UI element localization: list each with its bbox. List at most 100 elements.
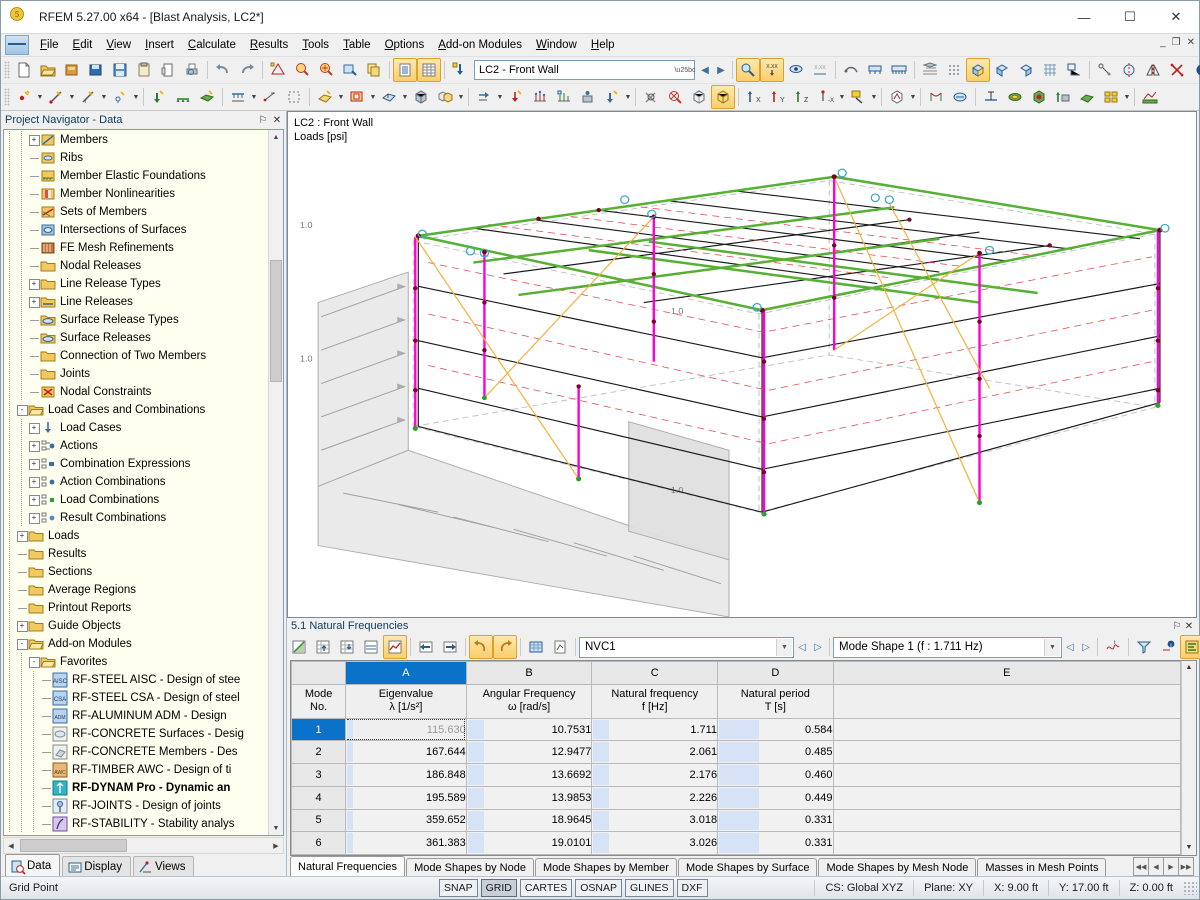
member-load-dropdown-arrow-icon[interactable]: ▼ xyxy=(250,86,258,108)
tree-item-rf-concrete-surfaces-desig[interactable]: RF-CONCRETE Surfaces - Desig xyxy=(4,725,268,743)
load-case-next-button[interactable]: ▶ xyxy=(713,60,729,80)
tree-item-rf-timber-awc-design-of-ti[interactable]: AWC RF-TIMBER AWC - Design of ti xyxy=(4,761,268,779)
tree-item-actions[interactable]: + Actions xyxy=(4,437,268,455)
tree-item-connection-of-two-members[interactable]: Connection of Two Members xyxy=(4,347,268,365)
tree-expand-icon[interactable]: + xyxy=(16,527,28,545)
table-row[interactable]: 1 115.630 10.7531 1.711 0.584 xyxy=(290,717,1182,742)
surface-support-icon[interactable] xyxy=(195,85,219,109)
colors-icon[interactable] xyxy=(846,85,870,109)
table-tab-natural-frequencies[interactable]: Natural Frequencies xyxy=(290,856,406,876)
new-file-icon[interactable] xyxy=(12,58,36,82)
edit-row-icon[interactable] xyxy=(359,635,383,659)
cell-eigenvalue[interactable]: 361.383 xyxy=(345,831,467,855)
mesh-points-icon[interactable] xyxy=(942,58,966,82)
tree-item-rf-concrete-members-des[interactable]: RF-CONCRETE Members - Des xyxy=(4,743,268,761)
cell-freq[interactable]: 1.711 xyxy=(591,717,719,742)
tree-item-combination-expressions[interactable]: + Combination Expressions xyxy=(4,455,268,473)
tree-item-nodal-releases[interactable]: Nodal Releases xyxy=(4,257,268,275)
tree-collapse-icon[interactable]: - xyxy=(28,653,40,671)
navigator-close-button[interactable]: ✕ xyxy=(270,115,284,126)
structural-model-3d[interactable]: 1.0 1.0 1.0 1.0 xyxy=(288,112,1196,617)
wireframe-icon[interactable] xyxy=(687,85,711,109)
tree-expand-icon[interactable]: + xyxy=(28,293,40,311)
cell-period[interactable]: 0.485 xyxy=(717,740,834,765)
new-table-icon[interactable] xyxy=(287,635,311,659)
tree-item-sections[interactable]: Sections xyxy=(4,563,268,581)
graph-icon[interactable] xyxy=(1138,85,1162,109)
grid-display-icon[interactable] xyxy=(1038,58,1062,82)
status-toggle-osnap[interactable]: OSNAP xyxy=(575,879,623,897)
table-tab-mode-shapes-by-node[interactable]: Mode Shapes by Node xyxy=(406,858,534,876)
scroll-down-arrow-icon[interactable]: ▼ xyxy=(269,821,283,835)
axis-dropdown-arrow-icon[interactable]: ▼ xyxy=(838,86,846,108)
tree-item-intersections-of-surfaces[interactable]: Intersections of Surfaces xyxy=(4,221,268,239)
tree-item-fe-mesh-refinements[interactable]: FE Mesh Refinements xyxy=(4,239,268,257)
navigator-tab-display[interactable]: Display xyxy=(62,856,132,876)
tree-expand-icon[interactable]: + xyxy=(16,617,28,635)
opening-dropdown-arrow-icon[interactable]: ▼ xyxy=(369,86,377,108)
tree-expand-icon[interactable]: + xyxy=(28,491,40,509)
cell-empty[interactable] xyxy=(832,808,1182,833)
redo-icon[interactable] xyxy=(235,58,259,82)
show-values-icon[interactable]: X.XX xyxy=(760,58,784,82)
tree-item-load-cases-and-combinations[interactable]: - Load Cases and Combinations xyxy=(4,401,268,419)
cell-empty[interactable] xyxy=(832,717,1182,742)
row-header-mode[interactable]: 5 xyxy=(290,808,347,833)
show-numbering-icon[interactable] xyxy=(736,58,760,82)
insert-row-icon[interactable] xyxy=(311,635,335,659)
menu-item-options[interactable]: Options xyxy=(378,36,432,54)
menu-item-tools[interactable]: Tools xyxy=(295,36,336,54)
hscroll-thumb[interactable] xyxy=(20,839,127,852)
view-iso2-icon[interactable] xyxy=(990,58,1014,82)
mode-next-button[interactable]: ▷ xyxy=(1078,637,1094,657)
tree-collapse-icon[interactable]: - xyxy=(16,635,28,653)
delete-selection-icon[interactable] xyxy=(639,85,663,109)
cell-eigenvalue[interactable]: 115.630 xyxy=(345,717,467,742)
mirror-icon[interactable] xyxy=(1141,58,1165,82)
work-plane-icon[interactable] xyxy=(1062,58,1086,82)
cell-empty[interactable] xyxy=(832,785,1182,810)
mass-case-icon[interactable] xyxy=(600,85,624,109)
table-view-icon[interactable] xyxy=(393,58,417,82)
tree-item-load-cases[interactable]: + Load Cases xyxy=(4,419,268,437)
support-reaction-icon[interactable] xyxy=(863,58,887,82)
menu-item-view[interactable]: View xyxy=(99,36,138,54)
tree-item-load-combinations[interactable]: + Load Combinations xyxy=(4,491,268,509)
navigator-pin-button[interactable]: ⚐ xyxy=(256,115,270,126)
menu-item-window[interactable]: Window xyxy=(529,36,584,54)
axis-y-icon[interactable]: Y xyxy=(766,85,790,109)
mdi-minimize-button[interactable]: _ xyxy=(1160,37,1166,48)
tree-item-action-combinations[interactable]: + Action Combinations xyxy=(4,473,268,491)
tree-item-printout-reports[interactable]: Printout Reports xyxy=(4,599,268,617)
opening-icon[interactable] xyxy=(345,85,369,109)
column-header-E[interactable]: E xyxy=(832,661,1182,685)
column-header-C[interactable]: C xyxy=(591,661,719,685)
row-header-mode[interactable]: 3 xyxy=(290,763,347,787)
tree-collapse-icon[interactable]: - xyxy=(16,401,28,419)
tree-expand-icon[interactable]: + xyxy=(28,419,40,437)
chart-icon[interactable]: t xyxy=(1101,635,1125,659)
chevron-down-icon[interactable]: \u25bc xyxy=(674,61,695,79)
table-close-button[interactable]: ✕ xyxy=(1183,621,1195,632)
surface-icon[interactable] xyxy=(313,85,337,109)
minimize-button[interactable]: — xyxy=(1061,2,1107,33)
cell-angular[interactable]: 13.9853 xyxy=(465,785,593,810)
menu-item-insert[interactable]: Insert xyxy=(138,36,181,54)
solid-dropdown-arrow-icon[interactable]: ▼ xyxy=(457,86,465,108)
nvc-prev-button[interactable]: ◁ xyxy=(794,637,810,657)
model-viewport[interactable]: LC2 : Front Wall Loads [psi] 1.0 1.0 1.0… xyxy=(287,111,1197,618)
cell-period[interactable]: 0.584 xyxy=(717,717,834,742)
member-load-icon[interactable] xyxy=(226,85,250,109)
copy-box-icon[interactable] xyxy=(362,58,386,82)
result-grid-icon[interactable] xyxy=(1099,85,1123,109)
zoom-out-icon[interactable] xyxy=(663,85,687,109)
tree-item-add-on-modules[interactable]: - Add-on Modules xyxy=(4,635,268,653)
nodal-load-dropdown-arrow-icon[interactable]: ▼ xyxy=(496,86,504,108)
support-icon[interactable] xyxy=(108,85,132,109)
navigator-vertical-scrollbar[interactable]: ▲ ▼ xyxy=(268,130,283,835)
mode-prev-button[interactable]: ◁ xyxy=(1062,637,1078,657)
tree-item-surface-release-types[interactable]: Surface Release Types xyxy=(4,311,268,329)
tree-item-result-combinations[interactable]: + Result Combinations xyxy=(4,509,268,527)
tree-item-surface-releases[interactable]: Surface Releases xyxy=(4,329,268,347)
cell-eigenvalue[interactable]: 186.848 xyxy=(345,763,467,787)
